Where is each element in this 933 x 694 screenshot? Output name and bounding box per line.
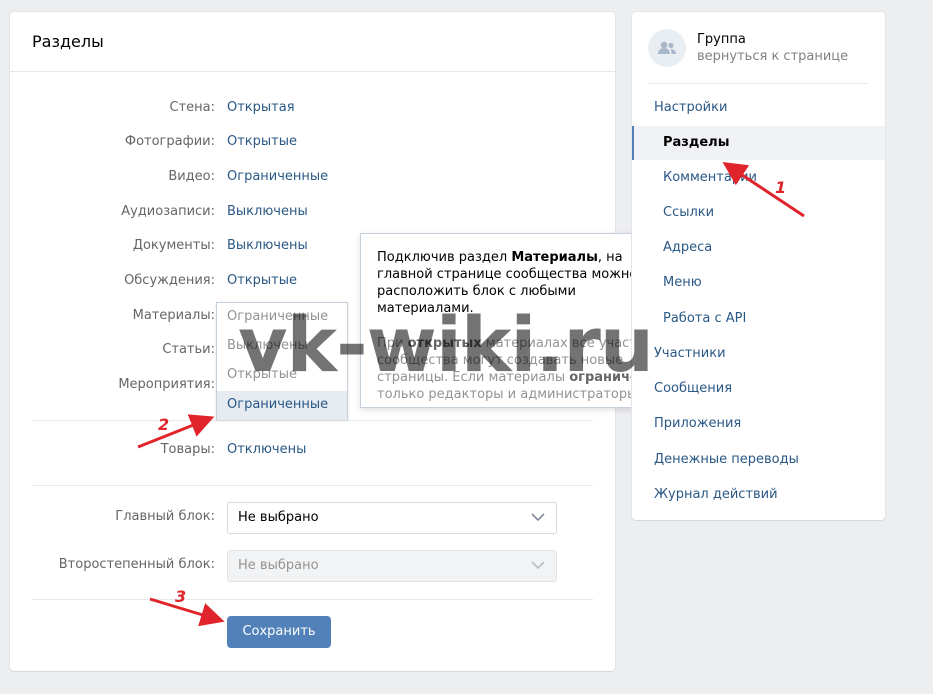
back-to-page-link[interactable]: вернуться к странице [697,49,848,64]
sidebar-item-addresses[interactable]: Адреса [632,231,885,265]
sidebar-item-settings[interactable]: Настройки [632,91,885,125]
avatar [648,29,686,67]
setting-label: Видео: [168,169,215,184]
secondary-block-select[interactable]: Не выбрано [227,550,557,582]
watermark: vk-wiki.ru [238,300,654,389]
sidebar-item-messages[interactable]: Сообщения [632,372,885,406]
save-button[interactable]: Сохранить [227,616,331,648]
setting-label: Фотографии: [124,134,215,149]
tooltip-bold: Материалы [511,250,598,265]
main-block-label: Главный блок: [115,509,215,524]
secondary-block-label: Второстепенный блок: [58,557,215,572]
setting-value[interactable]: Открытая [227,100,295,115]
setting-value[interactable]: Открытые [227,273,297,288]
setting-row-video: Видео: Ограниченные [10,169,615,189]
divider [32,599,593,600]
setting-value[interactable]: Ограниченные [227,169,328,184]
select-value: Не выбрано [238,558,319,573]
sidebar-item-comments[interactable]: Комментарии [632,161,885,195]
sidebar-item-members[interactable]: Участники [632,337,885,371]
divider [32,420,593,421]
sidebar-item-links[interactable]: Ссылки [632,196,885,230]
setting-row-wall: Стена: Открытая [10,100,615,120]
setting-label: Мероприятия: [118,377,215,392]
chevron-down-icon [531,513,545,522]
divider [648,83,868,84]
tooltip-text: Подключив раздел [377,250,512,265]
setting-label: Материалы: [132,308,215,323]
dropdown-option-selected[interactable]: Ограниченные [217,391,347,420]
setting-label: Товары: [160,442,215,457]
setting-label: Статьи: [162,342,215,357]
sidebar-item-money-transfers[interactable]: Денежные переводы [632,443,885,477]
chevron-down-icon [531,561,545,570]
setting-label: Стена: [169,100,216,115]
setting-label: Обсуждения: [124,273,215,288]
setting-value[interactable]: Открытые [227,134,297,149]
setting-row-photos: Фотографии: Открытые [10,134,615,154]
sidebar-item-action-log[interactable]: Журнал действий [632,478,885,512]
group-link[interactable]: Группа вернуться к странице [648,28,878,70]
sidebar-item-api[interactable]: Работа с API [632,302,885,336]
sidebar-item-menu[interactable]: Меню [632,266,885,300]
settings-sidebar: Группа вернуться к странице Настройки Ра… [632,12,885,520]
sidebar-item-sections[interactable]: Разделы [632,126,885,160]
setting-value[interactable]: Выключены [227,238,308,253]
sidebar-item-apps[interactable]: Приложения [632,407,885,441]
divider [32,485,593,486]
group-icon [658,41,676,54]
setting-value[interactable]: Выключены [227,204,308,219]
select-value: Не выбрано [238,510,319,525]
main-block-select[interactable]: Не выбрано [227,502,557,534]
setting-value[interactable]: Отключены [227,442,306,457]
setting-row-goods: Товары: Отключены [10,442,615,462]
group-title: Группа [697,32,746,47]
setting-row-audio: Аудиозаписи: Выключены [10,204,615,224]
panel-title: Разделы [10,12,615,72]
setting-label: Документы: [132,238,215,253]
setting-label: Аудиозаписи: [121,204,215,219]
